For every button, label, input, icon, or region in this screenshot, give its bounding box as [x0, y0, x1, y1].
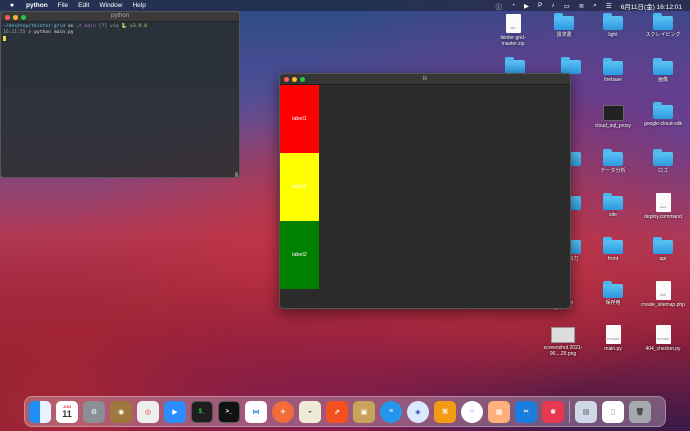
cursor — [3, 36, 6, 41]
speaker-icon[interactable]: ♪ — [551, 2, 554, 9]
dock-separator — [569, 400, 570, 423]
folder-icon — [653, 58, 673, 75]
postman-icon[interactable]: ✈ — [272, 400, 294, 423]
desktop-icon-gcloud-sdk[interactable]: google-cloud-sdk — [640, 102, 686, 127]
desktop-icon-main-py[interactable]: PYTHON main.py — [590, 325, 636, 352]
desktop-icon-images[interactable]: 画像 — [640, 58, 686, 83]
executable-icon — [602, 105, 624, 121]
clock-datetime[interactable]: 6月11日(金) 16:12:01 — [621, 1, 682, 11]
sourcetree-icon[interactable]: ⌘ — [434, 400, 456, 423]
timer-icon[interactable]: ✱ — [542, 400, 564, 423]
git-branch-icon: ⎇ — [76, 24, 82, 29]
control-center-icon[interactable]: ☰ — [606, 2, 612, 10]
documents-icon[interactable]: ▯ — [602, 400, 624, 423]
docker-icon[interactable]: ≡ — [380, 400, 402, 423]
folder-icon — [653, 102, 673, 119]
desktop-icon-scraping[interactable]: スクレイピング — [640, 13, 686, 38]
terminal-output[interactable]: ~/desktop/tkinter-grid on ⎇ main [?] via… — [1, 22, 239, 45]
python-file-icon: PYTHON — [655, 325, 671, 344]
contacts-icon[interactable]: ◉ — [110, 400, 132, 423]
terminal-titlebar[interactable]: python — [1, 12, 239, 22]
menu-bar: ● python File Edit Window Help ⓘ ◔ ▶ P ♪… — [0, 0, 690, 11]
apple-menu-icon[interactable]: ● — [8, 2, 16, 9]
info-icon[interactable]: ⓘ — [496, 1, 503, 11]
status-icon[interactable]: ◔ — [511, 2, 515, 9]
menu-app-name[interactable]: python — [26, 2, 48, 9]
tk-title: tk — [422, 76, 428, 82]
terminal-title: python — [110, 13, 129, 19]
label1-yellow: label1 — [280, 153, 319, 221]
menu-edit[interactable]: Edit — [78, 2, 89, 9]
python-icon: 🐍 — [121, 24, 128, 29]
folder-icon — [653, 149, 673, 166]
p-icon[interactable]: P — [538, 2, 542, 9]
menu-help[interactable]: Help — [132, 2, 145, 9]
desktop-icon-partial-2[interactable] — [548, 57, 594, 74]
desktop-icon-create-sitemap[interactable]: PHP create_sitemap.php — [640, 281, 686, 308]
calendar-icon[interactable]: JUN 11 — [56, 400, 78, 423]
image-thumbnail-icon — [551, 327, 575, 343]
system-preferences-icon[interactable]: ⚙ — [83, 400, 105, 423]
desktop-icon-light[interactable]: light — [590, 13, 636, 38]
battery-icon[interactable]: ▭ — [564, 2, 570, 10]
desktop-icon-zip[interactable]: ZIP tkinter-grid-master.zip — [490, 14, 536, 47]
folder-icon — [603, 281, 623, 298]
menu-window[interactable]: Window — [99, 2, 122, 9]
screenshot-icon[interactable]: ▤ — [575, 400, 597, 423]
status-area: ⓘ ◔ ▶ P ♪ ▭ ≋ ⌕ ☰ 6月11日(金) 16:12:01 — [496, 0, 682, 11]
desktop-icon-cloud-sql-proxy[interactable]: cloud_sql_proxy — [590, 105, 636, 129]
tk-titlebar[interactable]: tk — [280, 74, 570, 85]
desktop-icon-front[interactable]: front — [590, 237, 636, 262]
desktop-icon-deploy-command[interactable]: exec deploy.command — [640, 193, 686, 220]
folder-icon — [653, 13, 673, 30]
folder-icon — [505, 57, 525, 74]
script-file-icon: exec — [655, 193, 671, 212]
dock: JUN 11 ⚙ ◉ ◎ ▶ $_ >_ ⋈ ✈ ◒ ⇗ ▣ ≡ ◈ ⌘ ○ ▦… — [24, 396, 666, 427]
terminal-window[interactable]: python ~/desktop/tkinter-grid on ⎇ main … — [0, 11, 240, 178]
desktop-icon-invoices[interactable]: 請求書 — [541, 13, 587, 38]
folder-icon — [603, 193, 623, 210]
chrome-icon[interactable]: ◎ — [137, 400, 159, 423]
trash-icon[interactable]: 🗑 — [629, 400, 651, 423]
desktop-icon-site[interactable]: site — [590, 193, 636, 218]
folder-icon — [554, 13, 574, 30]
desktop-icon-data-analysis[interactable]: データ分析 — [590, 149, 636, 174]
folder-icon — [603, 58, 623, 75]
label1-red: label1 — [280, 85, 319, 153]
menu-file[interactable]: File — [58, 2, 68, 9]
desktop-icon-screenshot[interactable]: screenshot 2021-06....25.png — [540, 327, 586, 357]
terminal-icon[interactable]: $_ — [191, 400, 213, 423]
simulator-icon[interactable]: ◈ — [407, 400, 429, 423]
desktop-icon-partial[interactable] — [492, 57, 538, 74]
keka-icon[interactable]: ▣ — [353, 400, 375, 423]
folder-icon — [603, 149, 623, 166]
arduino-icon[interactable]: ∞ — [515, 400, 537, 423]
desktop-icon-storage[interactable]: 保存用 — [590, 281, 636, 306]
finder-icon[interactable] — [29, 400, 51, 423]
tk-window[interactable]: tk label1 label1 label2 — [279, 73, 571, 309]
iterm-icon[interactable]: >_ — [218, 400, 240, 423]
folder-icon — [653, 237, 673, 254]
zoom-icon[interactable]: ▶ — [164, 400, 186, 423]
play-icon[interactable]: ▶ — [524, 2, 529, 10]
vscode-icon[interactable]: ⋈ — [245, 400, 267, 423]
folder-icon — [603, 13, 623, 30]
label2-green: label2 — [280, 221, 319, 289]
folder-icon — [561, 57, 581, 74]
search-icon[interactable]: ⌕ — [593, 2, 597, 10]
python-file-icon: PYTHON — [605, 325, 621, 344]
scrollbar[interactable] — [235, 172, 238, 177]
desktop-icon-logo[interactable]: ロゴ — [640, 149, 686, 174]
php-file-icon: PHP — [655, 281, 671, 300]
desktop-icon-api[interactable]: api — [640, 237, 686, 262]
desktop-icon-firebase[interactable]: firebase — [590, 58, 636, 83]
zip-file-icon: ZIP — [505, 14, 521, 33]
sequel-pro-icon[interactable]: ◒ — [299, 400, 321, 423]
desktop-icon-404-checker[interactable]: PYTHON 404_checker.py — [640, 325, 686, 352]
insomnia-icon[interactable]: ⇗ — [326, 400, 348, 423]
wifi-icon[interactable]: ≋ — [579, 2, 584, 10]
folder-icon — [603, 237, 623, 254]
preview-icon[interactable]: ▦ — [488, 400, 510, 423]
safari-icon[interactable]: ○ — [461, 400, 483, 423]
